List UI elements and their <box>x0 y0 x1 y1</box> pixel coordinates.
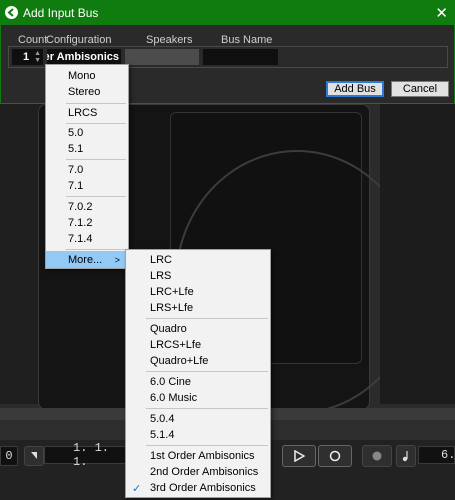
monitor-button[interactable] <box>362 445 392 467</box>
configuration-select[interactable]: 3rd Order Ambisonics <box>47 49 121 65</box>
submenu-item-lrc[interactable]: LRC <box>126 252 270 268</box>
menu-item-7-0[interactable]: 7.0 <box>46 162 128 178</box>
marker-button[interactable] <box>24 446 44 466</box>
submenu-item-5-0-4[interactable]: 5.0.4 <box>126 411 270 427</box>
menu-item-lrcs[interactable]: LRCS <box>46 105 128 121</box>
menu-item-7-0-2[interactable]: 7.0.2 <box>46 199 128 215</box>
menu-item-stereo[interactable]: Stereo <box>46 84 128 100</box>
menu-item-7-1-4[interactable]: 7.1.4 <box>46 231 128 247</box>
menu-item-7-1[interactable]: 7.1 <box>46 178 128 194</box>
right-zone <box>380 104 455 404</box>
submenu-item-quadro[interactable]: Quadro <box>126 321 270 337</box>
menu-item-7-1-2[interactable]: 7.1.2 <box>46 215 128 231</box>
transport-left-value: 0 <box>5 449 13 463</box>
record-button[interactable] <box>318 445 352 467</box>
submenu-item-lrc-lfe[interactable]: LRC+Lfe <box>126 284 270 300</box>
submenu-item-6-0-music[interactable]: 6.0 Music <box>126 390 270 406</box>
more-submenu: LRC LRS LRC+Lfe LRS+Lfe Quadro LRCS+Lfe … <box>125 249 271 498</box>
configuration-header: Configuration <box>46 34 112 46</box>
configuration-value: 3rd Order Ambisonics <box>47 51 119 63</box>
menu-item-5-0[interactable]: 5.0 <box>46 125 128 141</box>
menu-separator <box>146 371 268 372</box>
bus-name-header: Bus Name <box>221 34 273 46</box>
checkmark-icon: ✓ <box>132 482 142 495</box>
dialog-title: Add Input Bus <box>23 6 99 20</box>
transport-left-display: 0 <box>0 446 18 466</box>
submenu-arrow-icon: > <box>114 254 120 265</box>
close-icon[interactable]: ✕ <box>435 4 448 22</box>
menu-separator <box>66 103 126 104</box>
note-icon <box>402 451 408 462</box>
click-button[interactable] <box>396 445 416 467</box>
submenu-item-lrcs-lfe[interactable]: LRCS+Lfe <box>126 337 270 353</box>
tempo-display[interactable]: 6. <box>418 446 455 464</box>
count-stepper[interactable]: 1 ▲ ▼ <box>12 49 43 65</box>
dialog-titlebar: Add Input Bus ✕ <box>1 1 455 25</box>
play-button[interactable] <box>282 445 316 467</box>
menu-item-mono[interactable]: Mono <box>46 68 128 84</box>
menu-separator <box>146 408 268 409</box>
submenu-item-2nd-order-ambisonics[interactable]: 2nd Order Ambisonics <box>126 464 270 480</box>
position-value: 1. 1. 1. <box>73 441 110 469</box>
menu-separator <box>66 123 126 124</box>
position-display[interactable]: 1. 1. 1. <box>44 441 126 469</box>
menu-separator <box>66 196 126 197</box>
add-bus-button[interactable]: Add Bus <box>326 81 384 97</box>
count-header: Count <box>18 34 48 46</box>
monitor-icon <box>372 451 382 461</box>
submenu-item-lrs-lfe[interactable]: LRS+Lfe <box>126 300 270 316</box>
submenu-item-5-1-4[interactable]: 5.1.4 <box>126 427 270 443</box>
submenu-item-quadro-lfe[interactable]: Quadro+Lfe <box>126 353 270 369</box>
submenu-item-lrs[interactable]: LRS <box>126 268 270 284</box>
cancel-button[interactable]: Cancel <box>391 81 449 97</box>
configuration-menu: Mono Stereo LRCS 5.0 5.1 7.0 7.1 7.0.2 7… <box>45 64 129 269</box>
menu-item-5-1[interactable]: 5.1 <box>46 141 128 157</box>
submenu-item-1st-order-ambisonics[interactable]: 1st Order Ambisonics <box>126 448 270 464</box>
record-icon <box>329 450 341 462</box>
app-icon <box>5 6 18 19</box>
submenu-item-3rd-label: 3rd Order Ambisonics <box>150 482 256 494</box>
bus-name-field[interactable] <box>203 49 278 65</box>
menu-separator <box>66 249 126 250</box>
count-value: 1 <box>23 51 30 63</box>
flag-icon <box>31 452 37 459</box>
speakers-header: Speakers <box>146 34 193 46</box>
submenu-item-3rd-order-ambisonics[interactable]: ✓ 3rd Order Ambisonics <box>126 480 270 496</box>
stepper-arrows-icon[interactable]: ▲ ▼ <box>34 50 41 64</box>
play-icon <box>294 450 305 462</box>
tempo-value: 6. <box>441 448 455 462</box>
menu-item-more[interactable]: More... > <box>46 251 128 268</box>
menu-separator <box>146 445 268 446</box>
speakers-field[interactable] <box>125 49 199 65</box>
menu-item-more-label: More... <box>68 253 103 266</box>
menu-separator <box>146 318 268 319</box>
submenu-item-6-0-cine[interactable]: 6.0 Cine <box>126 374 270 390</box>
menu-separator <box>66 159 126 160</box>
